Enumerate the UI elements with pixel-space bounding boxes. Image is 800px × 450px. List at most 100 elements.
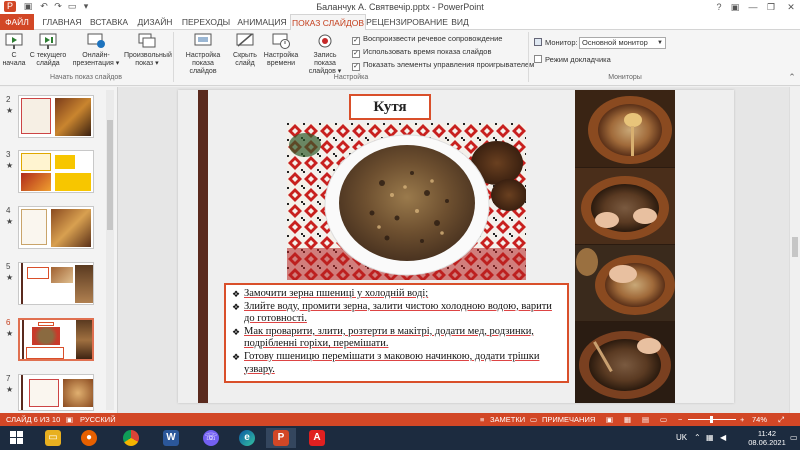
kutia-bowl-image (287, 123, 526, 280)
online-presentation-icon (87, 33, 105, 48)
language-indicator[interactable]: РУССКИЙ (80, 413, 116, 426)
slide-sorter-icon[interactable]: ▦ (624, 413, 631, 426)
tab-insert[interactable]: ВСТАВКА (86, 14, 132, 30)
tab-review[interactable]: РЕЦЕНЗИРОВАНИЕ (366, 14, 448, 30)
taskbar-word-app[interactable]: W (156, 428, 186, 448)
close-button[interactable]: ✕ (782, 0, 800, 14)
notes-button[interactable]: ЗАМЕТКИ (490, 413, 525, 426)
tab-view[interactable]: ВИД (448, 14, 472, 30)
check-icon: ✓ (352, 63, 360, 71)
recipe-step: ❖ Мак проварити, злити, розтерти в макітр… (232, 325, 534, 350)
slide-canvas[interactable]: Кутя ❖ Замочити зерна пшениці у холодній… (178, 90, 734, 403)
slide-thumbnail-3[interactable] (18, 150, 94, 193)
custom-show-button[interactable]: Произвольный показ ▾ (124, 32, 172, 68)
ribbon-tabs: ФАЙЛ ГЛАВНАЯ ВСТАВКА ДИЗАЙН ПЕРЕХОДЫ АНИ… (0, 14, 800, 31)
slide-counter: СЛАЙД 6 ИЗ 10 (6, 415, 61, 424)
taskbar-acrobat-app[interactable]: A (302, 428, 332, 448)
notes-icon[interactable]: ≡ (480, 413, 484, 426)
viber-icon: ☏ (203, 430, 219, 446)
recipe-step: ❖ Готову пшеницю перемішати з маковою нач… (232, 350, 540, 375)
group-label-monitors: Мониторы (608, 74, 642, 81)
hide-slide-button[interactable]: Скрыть слайд (230, 32, 260, 68)
recipe-step: ❖ Замочити зерна пшениці у холодній воді; (232, 288, 429, 299)
monitor-select[interactable]: Основной монитор ▼ (579, 37, 666, 49)
group-label-start: Начать показ слайдов (50, 74, 122, 81)
tab-file[interactable]: ФАЙЛ (0, 14, 34, 30)
rehearse-timings-button[interactable]: Настройка времени (262, 32, 300, 68)
keyboard-language[interactable]: UK (676, 433, 687, 442)
powerpoint-icon: P (273, 430, 289, 446)
thumb-number: 7 (6, 374, 11, 383)
timings-checkbox[interactable]: ✓ Использовать время показа слайдов (352, 47, 491, 58)
from-current-slide-button[interactable]: С текущего слайда (28, 32, 68, 68)
maximize-button[interactable]: ❐ (762, 0, 780, 14)
comments-icon[interactable]: ▭ (530, 413, 537, 426)
fit-to-window-icon[interactable]: ⤢ (778, 413, 784, 426)
slide-title[interactable]: Кутя (349, 94, 431, 120)
tab-design[interactable]: ДИЗАЙН (132, 14, 178, 30)
comments-button[interactable]: ПРИМЕЧАНИЯ (542, 413, 595, 426)
check-icon: ✓ (352, 37, 360, 45)
taskbar-chrome-app[interactable] (116, 428, 146, 448)
title-bar: P ▣ ↶ ↷ ▭ ▾ Баланчук А. Святвечір.pptx -… (0, 0, 800, 14)
animation-star-icon: ★ (6, 106, 14, 115)
setup-show-icon (194, 33, 212, 46)
slide-thumbnail-6[interactable] (18, 318, 94, 361)
notifications-icon[interactable]: ▭ (790, 433, 798, 442)
divider (173, 32, 174, 82)
presenter-view-checkbox[interactable]: Режим докладчика (534, 55, 611, 64)
ribbon-display-icon[interactable]: ▣ (726, 0, 744, 14)
monitor-label: Монитор: (545, 38, 578, 47)
zoom-slider-handle[interactable] (710, 416, 713, 423)
from-beginning-button[interactable]: С начала (2, 32, 26, 68)
setup-slide-show-button[interactable]: Настройка показа слайдов (178, 32, 228, 76)
slideshow-view-icon[interactable]: ▭ (660, 413, 667, 426)
acrobat-icon: A (309, 430, 325, 446)
online-presentation-button[interactable]: Онлайн-презентация ▾ (70, 32, 122, 68)
tab-transitions[interactable]: ПЕРЕХОДЫ (178, 14, 234, 30)
minimize-button[interactable]: — (744, 0, 762, 14)
record-slide-show-button[interactable]: Запись показа слайдов ▾ (302, 32, 348, 76)
recipe-step: ❖ Злийте воду, промити зерна, залити чист… (232, 300, 552, 325)
tab-animation[interactable]: АНИМАЦИЯ (234, 14, 290, 30)
taskbar-explorer-app[interactable]: ▭ (38, 428, 68, 448)
zoom-out-icon[interactable]: − (678, 413, 682, 426)
slide-thumbnail-7[interactable] (18, 374, 94, 411)
tab-slide-show[interactable]: ПОКАЗ СЛАЙДОВ (290, 14, 366, 31)
media-controls-checkbox[interactable]: ✓ Показать элементы управления проигрыват… (352, 60, 534, 71)
clock-date: 08.06.2021 (748, 438, 786, 447)
collapse-ribbon-icon[interactable]: ⌃ (786, 72, 798, 83)
taskbar-edge-app[interactable]: e (232, 428, 262, 448)
taskbar-viber-app[interactable]: ☏ (196, 428, 226, 448)
normal-view-icon[interactable]: ▣ (606, 413, 613, 426)
taskbar-clock[interactable]: 11:42 08.06.2021 (744, 429, 790, 447)
thumbnails-scrollbar[interactable] (106, 90, 114, 410)
diamond-bullet-icon: ❖ (232, 289, 241, 299)
slideshow-start-icon (5, 33, 23, 49)
slide-thumbnail-5[interactable] (18, 262, 94, 305)
timer-icon (272, 33, 290, 49)
taskbar-firefox-app[interactable]: ● (74, 428, 104, 448)
kutia-photo[interactable] (287, 123, 526, 280)
cooking-steps-photo-strip[interactable] (575, 90, 675, 403)
zoom-level[interactable]: 74% (752, 413, 767, 426)
slide-thumbnail-4[interactable] (18, 206, 94, 249)
slide-scrollbar[interactable] (789, 87, 800, 413)
tray-arrow-icon[interactable]: ⌃ (694, 433, 701, 442)
spellcheck-icon[interactable]: ▣ (66, 413, 73, 426)
reading-view-icon[interactable]: ▤ (642, 413, 649, 426)
narration-checkbox[interactable]: ✓ Воспроизвести речевое сопровождение (352, 34, 502, 45)
taskbar-powerpoint-app[interactable]: P (266, 428, 296, 448)
diamond-bullet-icon: ❖ (232, 351, 241, 362)
group-label-setup: Настройка (333, 74, 369, 81)
zoom-in-icon[interactable]: + (740, 413, 744, 426)
volume-icon[interactable]: ◀ (720, 433, 726, 442)
animation-star-icon: ★ (6, 329, 14, 338)
tab-home[interactable]: ГЛАВНАЯ (38, 14, 86, 30)
start-button[interactable] (2, 428, 32, 448)
network-icon[interactable]: ▦ (706, 433, 714, 442)
slide-thumbnail-2[interactable] (18, 95, 94, 138)
thumb-number: 6 (6, 318, 11, 327)
recipe-text-box[interactable]: ❖ Замочити зерна пшениці у холодній воді;… (224, 283, 569, 383)
ribbon-panel: С начала С текущего слайда Онлайн-презен… (0, 30, 800, 86)
